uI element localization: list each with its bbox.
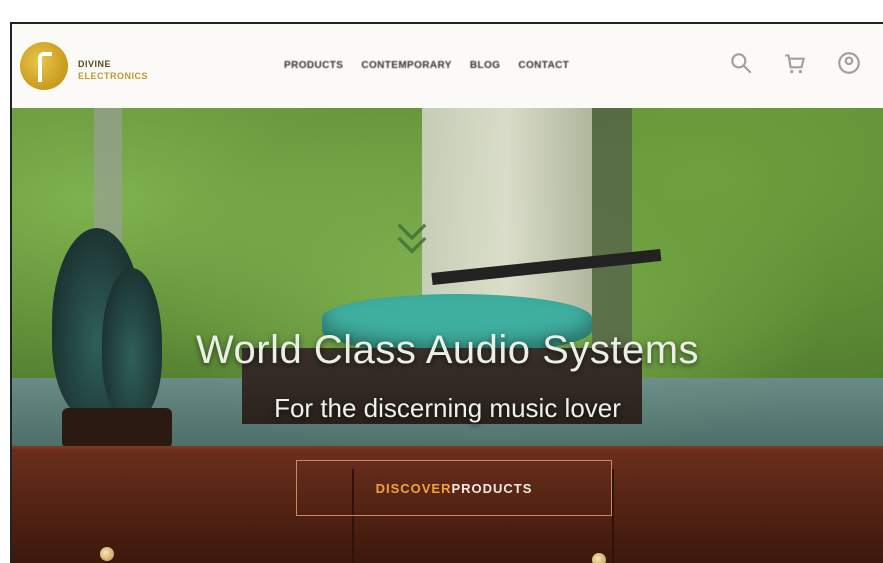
nav-item-blog[interactable]: BLOG [470, 60, 501, 71]
search-icon[interactable] [728, 50, 754, 76]
window-pillar-dark [592, 108, 632, 348]
main-nav: PRODUCTS CONTEMPORARY BLOG CONTACT [284, 60, 569, 71]
header-icons [728, 50, 862, 76]
cta-label-part1: DISCOVER [375, 480, 452, 496]
hero-subline: For the discerning music lover [274, 393, 621, 423]
cart-icon[interactable] [782, 50, 808, 76]
cabinet-knob [592, 553, 606, 563]
user-icon[interactable] [836, 50, 862, 76]
cta-label-part2: PRODUCTS [451, 480, 533, 496]
cabinet-divider [612, 469, 614, 563]
site-header: DIVINE ELECTRONICS PRODUCTS CONTEMPORARY… [12, 24, 883, 109]
nav-item-contemporary[interactable]: CONTEMPORARY [361, 60, 452, 71]
nav-item-products[interactable]: PRODUCTS [284, 60, 343, 71]
hero-headline: World Class Audio Systems [195, 328, 700, 372]
brand-line-1: DIVINE [78, 59, 112, 69]
nav-item-contact[interactable]: CONTACT [518, 60, 569, 71]
brand-line-2: ELECTRONICS [78, 71, 149, 81]
hero-banner: World Class Audio Systems For the discer… [12, 108, 883, 563]
brand-logo[interactable] [20, 42, 68, 90]
cabinet-knob [100, 547, 114, 561]
scroll-indicator-icon [392, 218, 432, 258]
window-pillar [422, 108, 592, 318]
browser-frame: DIVINE ELECTRONICS PRODUCTS CONTEMPORARY… [10, 22, 883, 563]
brand-name[interactable]: DIVINE ELECTRONICS [78, 58, 148, 82]
discover-products-button[interactable]: DISCOVER PRODUCTS [296, 460, 612, 516]
